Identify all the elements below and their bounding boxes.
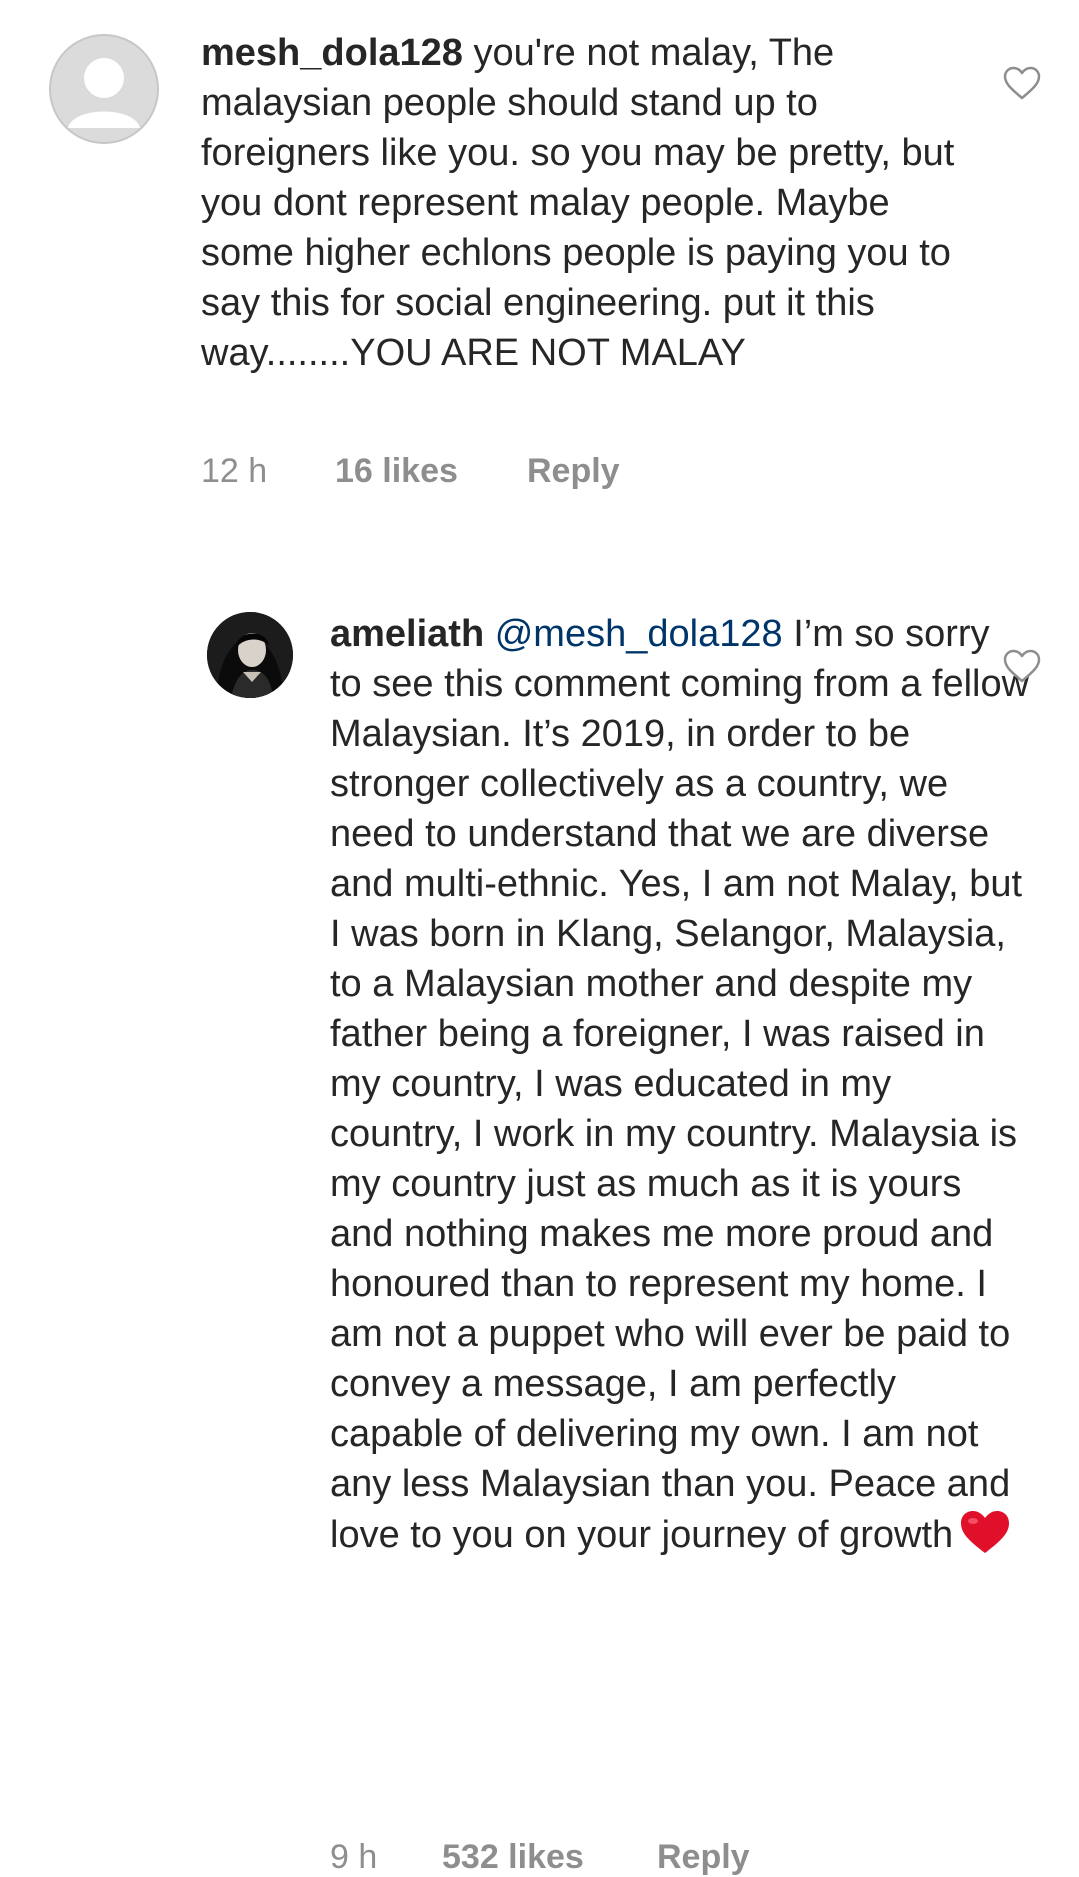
reply-timestamp: 9 h: [330, 1838, 378, 1876]
default-avatar-icon-shape: [68, 58, 140, 128]
reply-text: I’m so sorry to see this comment coming …: [330, 613, 1030, 1556]
reply-username[interactable]: ameliath: [330, 613, 484, 655]
reply-likes-count[interactable]: 532 likes: [442, 1838, 584, 1877]
comment-timestamp: 12 h: [201, 452, 268, 490]
heart-outline-icon[interactable]: [1002, 647, 1042, 687]
comment-likes-count[interactable]: 16 likes: [335, 452, 458, 491]
comment-text-block: mesh_dola128 you're not malay, The malay…: [201, 28, 961, 378]
profile-photo-avatar[interactable]: [207, 612, 293, 698]
profile-photo-image: [207, 612, 293, 698]
reply-button[interactable]: Reply: [527, 452, 620, 491]
comment-username[interactable]: mesh_dola128: [201, 32, 463, 74]
default-avatar-icon[interactable]: [49, 34, 159, 144]
heart-outline-icon[interactable]: [1002, 64, 1042, 104]
reply-button[interactable]: Reply: [657, 1838, 750, 1877]
reply-mention-link[interactable]: @mesh_dola128: [495, 613, 783, 655]
red-heart-emoji: [961, 1511, 1010, 1553]
reply-text-block: ameliath @mesh_dola128 I’m so sorry to s…: [330, 609, 1030, 1560]
comment-text: you're not malay, The malaysian people s…: [201, 32, 955, 374]
